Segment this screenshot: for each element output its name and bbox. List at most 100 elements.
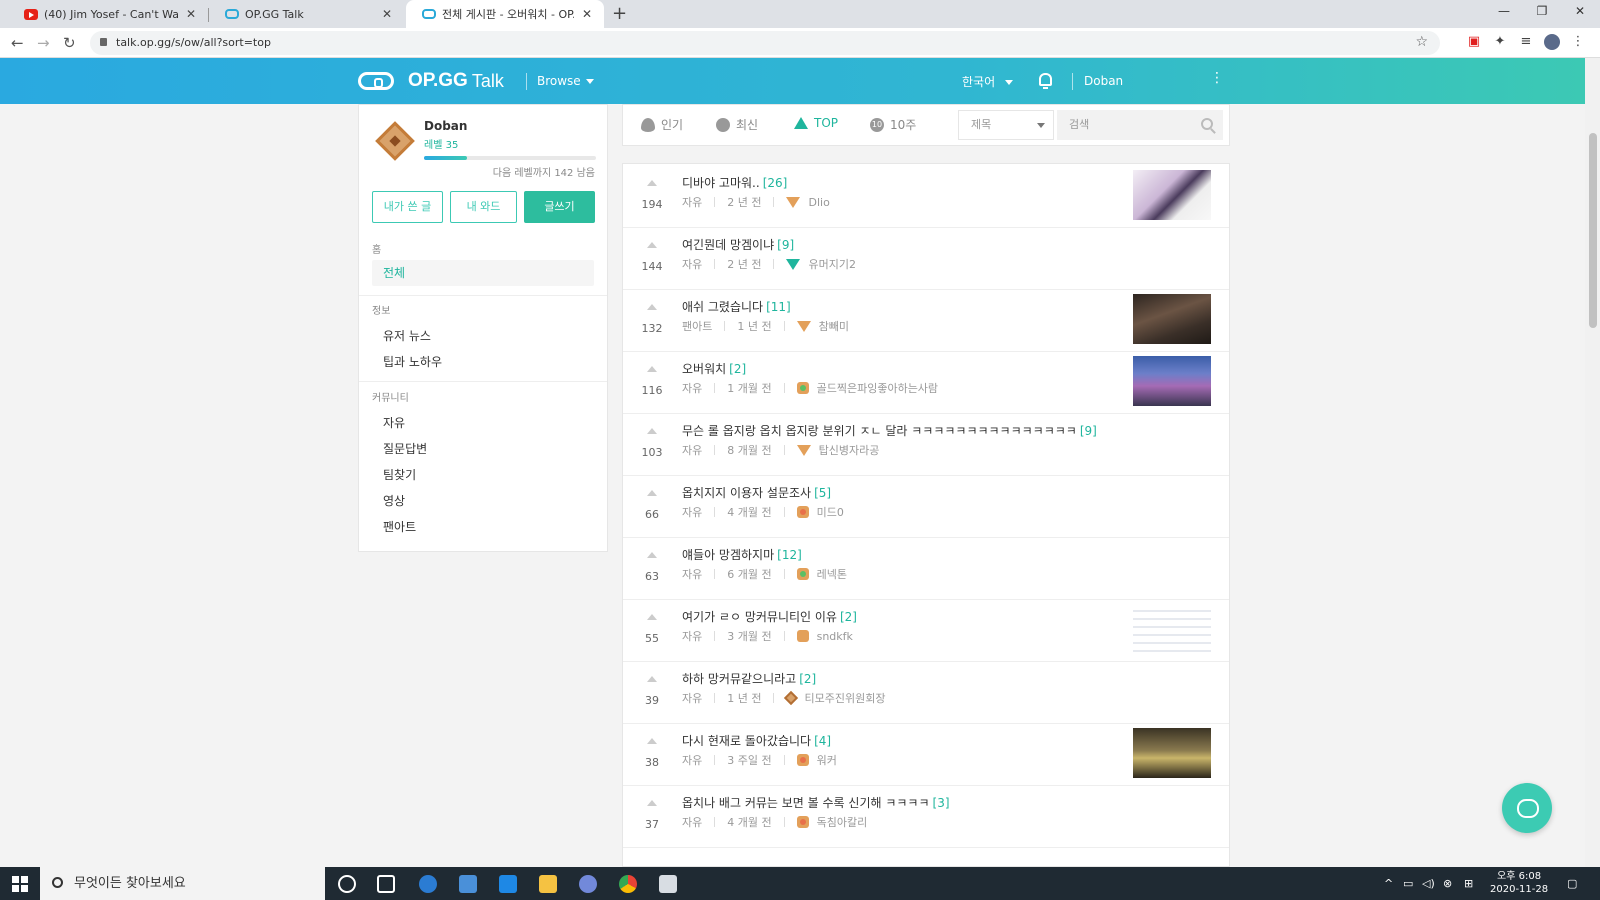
post-author[interactable]: 레넥톤 (817, 566, 847, 582)
post-title[interactable]: 하하 망커뮤같으니라고 [2] (682, 670, 816, 687)
bell-icon[interactable] (1039, 73, 1052, 89)
store-icon[interactable] (459, 875, 477, 893)
upvote-icon[interactable] (647, 614, 657, 620)
search-input[interactable]: 검색 (1057, 110, 1223, 140)
post-row[interactable]: 116 오버워치 [2] 자유 1 개월 전 골드찍은파잉좋아하는사람 (623, 350, 1229, 414)
edge-icon[interactable] (419, 875, 437, 893)
chat-button[interactable] (1502, 783, 1552, 833)
close-icon[interactable]: ✕ (184, 7, 198, 21)
sidebar-item-video[interactable]: 영상 (383, 492, 405, 509)
volume-icon[interactable]: ◁) (1422, 877, 1435, 890)
post-title[interactable]: 여기가 ㄹㅇ 망커뮤니티인 이유 [2] (682, 608, 857, 625)
close-icon[interactable]: ✕ (380, 7, 394, 21)
post-thumbnail[interactable] (1133, 728, 1211, 778)
scrollbar-thumb[interactable] (1589, 133, 1597, 328)
status-icon[interactable]: ⊗ (1443, 877, 1452, 890)
post-title[interactable]: 오버워치 [2] (682, 360, 746, 377)
post-author[interactable]: 독침아칼리 (817, 814, 868, 830)
post-title[interactable]: 무슨 롤 옵지랑 옵치 옵지랑 분위기 ㅈㄴ 달라 ㅋㅋㅋㅋㅋㅋㅋㅋㅋㅋㅋㅋㅋㅋ… (682, 422, 1097, 439)
back-icon[interactable]: ← (11, 34, 24, 52)
puzzle-icon[interactable]: ✦ (1492, 34, 1508, 50)
post-row[interactable]: 63 얘들아 망겜하지마 [12] 자유 6 개월 전 레넥톤 (623, 536, 1229, 600)
header-username[interactable]: Doban (1084, 74, 1123, 88)
tab-youtube[interactable]: (40) Jim Yosef - Can't Wait (feat ✕ (8, 0, 208, 28)
upvote-icon[interactable] (647, 738, 657, 744)
upvote-icon[interactable] (647, 800, 657, 806)
post-thumbnail[interactable] (1133, 604, 1211, 654)
tray-chevron-up-icon[interactable]: ^ (1384, 877, 1393, 890)
site-logo[interactable]: OP.GG Talk (358, 70, 504, 92)
sidebar-item-qna[interactable]: 질문답변 (383, 440, 427, 457)
post-row[interactable]: 66 옵치지지 이용자 설문조사 [5] 자유 4 개월 전 미드0 (623, 474, 1229, 538)
tab-active-board[interactable]: 전체 게시판 - 오버워치 - OP.GG ✕ (406, 0, 604, 28)
post-author[interactable]: 탑신병자라공 (819, 442, 880, 458)
restore-button[interactable]: ❐ (1532, 4, 1552, 18)
ime-icon[interactable]: ⊞ (1464, 877, 1473, 890)
post-title[interactable]: 여긴뭔데 망겜이냐 [9] (682, 236, 794, 253)
post-title[interactable]: 옵치나 배그 커뮤는 보면 볼 수록 신기해 ㅋㅋㅋㅋ [3] (682, 794, 950, 811)
post-author[interactable]: 유머지기2 (808, 256, 855, 272)
task-view-icon[interactable] (377, 875, 395, 893)
extension-icon[interactable]: ▣ (1466, 34, 1482, 50)
forward-icon[interactable]: → (37, 34, 50, 52)
upvote-icon[interactable] (647, 366, 657, 372)
post-author[interactable]: Dlio (808, 196, 829, 209)
sidebar-item-user-news[interactable]: 유저 뉴스 (383, 327, 431, 344)
language-dropdown[interactable]: 한국어 (962, 73, 1014, 90)
upvote-icon[interactable] (647, 304, 657, 310)
minimize-button[interactable]: — (1494, 4, 1514, 18)
post-row[interactable]: 132 애쉬 그렸습니다 [11] 팬아트 1 년 전 참빼미 (623, 288, 1229, 352)
sort-week[interactable]: 10 10주 (870, 116, 916, 133)
post-row[interactable]: 37 옵치나 배그 커뮤는 보면 볼 수록 신기해 ㅋㅋㅋㅋ [3] 자유 4 개월… (623, 784, 1229, 848)
taskbar-clock[interactable]: 오후 6:08 2020-11-28 (1490, 870, 1548, 896)
avatar-icon[interactable] (1544, 34, 1560, 50)
sidebar-item-team-finder[interactable]: 팀찾기 (383, 466, 416, 483)
upvote-icon[interactable] (647, 676, 657, 682)
post-author[interactable]: 골드찍은파잉좋아하는사람 (817, 380, 938, 396)
sort-top[interactable]: TOP (794, 116, 838, 130)
post-title[interactable]: 디바야 고마워.. [26] (682, 174, 787, 191)
post-title[interactable]: 얘들아 망겜하지마 [12] (682, 546, 802, 563)
media-icon[interactable]: ≡ (1518, 34, 1534, 50)
chrome-icon[interactable] (619, 875, 637, 893)
post-row[interactable]: 38 다시 현재로 돌아갔습니다 [4] 자유 3 주일 전 워커 (623, 722, 1229, 786)
page-scrollbar[interactable] (1585, 58, 1600, 867)
sidebar-item-all[interactable]: 전체 (372, 260, 594, 286)
upvote-icon[interactable] (647, 428, 657, 434)
discord-icon[interactable] (579, 875, 597, 893)
sort-latest[interactable]: 최신 (716, 116, 758, 133)
post-title[interactable]: 애쉬 그렸습니다 [11] (682, 298, 791, 315)
more-icon[interactable]: ⋮ (1210, 70, 1224, 86)
sidebar-item-free[interactable]: 자유 (383, 414, 405, 431)
search-field-select[interactable]: 제목 (958, 110, 1054, 140)
post-author[interactable]: 티모주진위원회장 (804, 690, 885, 706)
post-title[interactable]: 다시 현재로 돌아갔습니다 [4] (682, 732, 831, 749)
post-thumbnail[interactable] (1133, 356, 1211, 406)
reload-icon[interactable]: ↻ (63, 34, 76, 52)
profile-name[interactable]: Doban (424, 119, 467, 133)
upvote-icon[interactable] (647, 490, 657, 496)
sidebar-item-tips[interactable]: 팁과 노하우 (383, 353, 442, 370)
post-author[interactable]: sndkfk (817, 630, 853, 643)
address-bar[interactable]: talk.op.gg/s/ow/all?sort=top ☆ (90, 31, 1440, 55)
menu-icon[interactable]: ⋮ (1570, 34, 1586, 50)
my-wards-button[interactable]: 내 와드 (450, 191, 517, 223)
post-row[interactable]: 103 무슨 롤 옵지랑 옵치 옵지랑 분위기 ㅈㄴ 달라 ㅋㅋㅋㅋㅋㅋㅋㅋㅋㅋ… (623, 412, 1229, 476)
post-author[interactable]: 참빼미 (819, 318, 849, 334)
post-title[interactable]: 옵치지지 이용자 설문조사 [5] (682, 484, 831, 501)
post-row[interactable]: 194 디바야 고마워.. [26] 자유 2 년 전 Dlio (623, 164, 1229, 228)
bookmark-star-icon[interactable]: ☆ (1415, 34, 1428, 50)
windows-start-icon[interactable] (12, 876, 28, 892)
upvote-icon[interactable] (647, 180, 657, 186)
post-row[interactable]: 55 여기가 ㄹㅇ 망커뮤니티인 이유 [2] 자유 3 개월 전 sndkfk (623, 598, 1229, 662)
cortana-icon[interactable] (338, 875, 356, 893)
post-author[interactable]: 워커 (817, 752, 837, 768)
browse-dropdown[interactable]: Browse (537, 74, 594, 88)
sort-popular[interactable]: 인기 (641, 116, 683, 133)
my-posts-button[interactable]: 내가 쓴 글 (372, 191, 443, 223)
write-post-button[interactable]: 글쓰기 (524, 191, 595, 223)
post-row[interactable]: 39 하하 망커뮤같으니라고 [2] 자유 1 년 전 티모주진위원회장 (623, 660, 1229, 724)
taskbar-search[interactable]: 무엇이든 찾아보세요 (40, 867, 325, 900)
upvote-icon[interactable] (647, 242, 657, 248)
mail-icon[interactable] (499, 875, 517, 893)
